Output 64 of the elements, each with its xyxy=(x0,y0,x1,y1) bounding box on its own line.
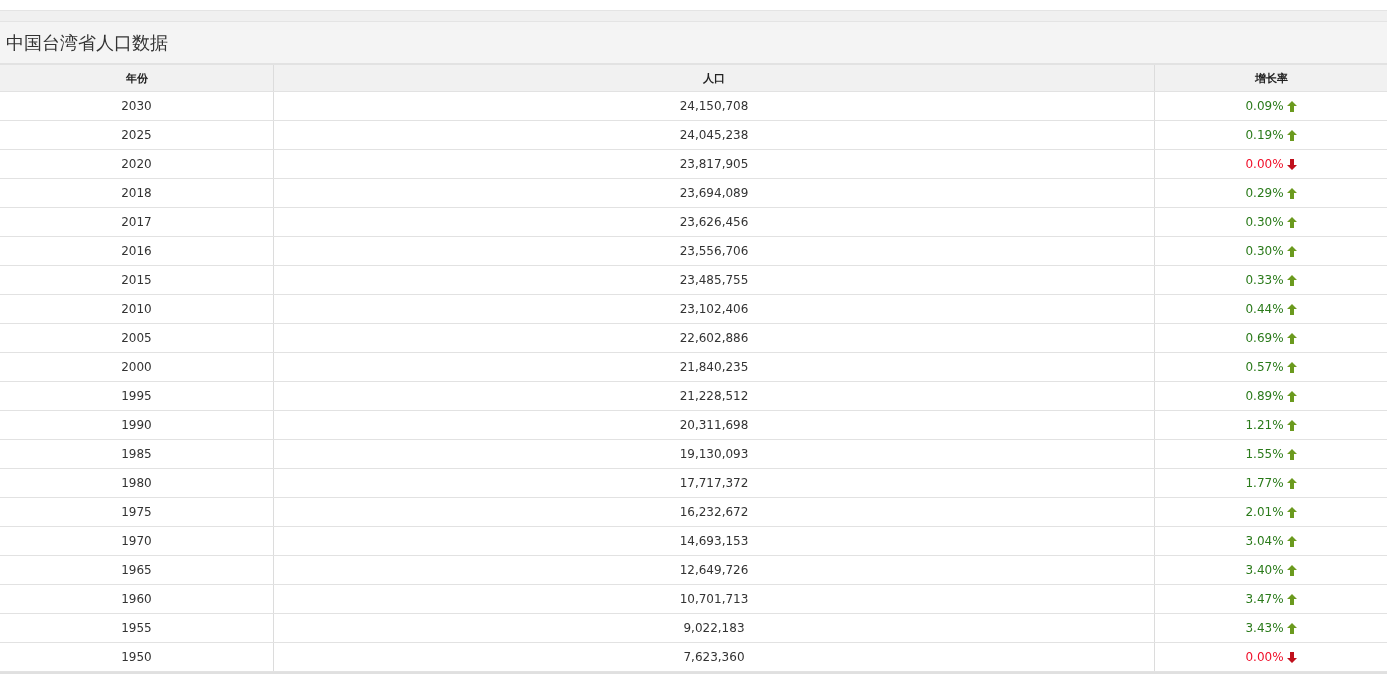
growth-rate-cell: 0.30% xyxy=(1245,215,1284,229)
population-cell: 23,485,755 xyxy=(679,273,749,287)
population-cell: 23,102,406 xyxy=(679,302,749,316)
growth-rate-cell: 1.21% xyxy=(1245,418,1284,432)
population-cell: 20,311,698 xyxy=(679,418,749,432)
population-cell: 24,045,238 xyxy=(679,128,749,142)
population-cell: 21,840,235 xyxy=(679,360,749,374)
population-cell: 17,717,372 xyxy=(679,476,749,490)
population-cell: 23,556,706 xyxy=(679,244,749,258)
population-cell: 19,130,093 xyxy=(679,447,749,461)
growth-rate-cell: 3.04% xyxy=(1245,534,1284,548)
year-cell: 2017 xyxy=(121,215,152,229)
growth-rate-cell: 2.01% xyxy=(1245,505,1284,519)
year-cell: 1950 xyxy=(121,650,152,664)
year-cell: 1975 xyxy=(121,505,152,519)
year-cell: 1985 xyxy=(121,447,152,461)
growth-rate-cell: 1.55% xyxy=(1245,447,1284,461)
year-cell: 1980 xyxy=(121,476,152,490)
population-cell: 16,232,672 xyxy=(679,505,749,519)
population-cell: 23,817,905 xyxy=(679,157,749,171)
population-cell: 14,693,153 xyxy=(679,534,749,548)
year-cell: 1955 xyxy=(121,621,152,635)
growth-rate-cell: 0.44% xyxy=(1245,302,1284,316)
column-header: 人口 xyxy=(703,70,725,86)
growth-rate-cell: 3.47% xyxy=(1245,592,1284,606)
year-cell: 2000 xyxy=(121,360,152,374)
growth-rate-cell: 1.77% xyxy=(1245,476,1284,490)
year-cell: 2005 xyxy=(121,331,152,345)
population-cell: 7,623,360 xyxy=(683,650,745,664)
year-cell: 2020 xyxy=(121,157,152,171)
growth-rate-cell: 0.00% xyxy=(1245,157,1284,171)
year-cell: 1970 xyxy=(121,534,152,548)
year-cell: 2015 xyxy=(121,273,152,287)
year-cell: 2030 xyxy=(121,99,152,113)
growth-rate-cell: 0.00% xyxy=(1245,650,1284,664)
year-cell: 2010 xyxy=(121,302,152,316)
year-cell: 2016 xyxy=(121,244,152,258)
population-cell: 9,022,183 xyxy=(683,621,745,635)
growth-rate-cell: 0.33% xyxy=(1245,273,1284,287)
year-cell: 2025 xyxy=(121,128,152,142)
year-cell: 2018 xyxy=(121,186,152,200)
growth-rate-cell: 3.43% xyxy=(1245,621,1284,635)
year-cell: 1995 xyxy=(121,389,152,403)
growth-rate-cell: 0.69% xyxy=(1245,331,1284,345)
population-cell: 22,602,886 xyxy=(679,331,749,345)
growth-rate-cell: 0.57% xyxy=(1245,360,1284,374)
growth-rate-cell: 3.40% xyxy=(1245,563,1284,577)
year-cell: 1960 xyxy=(121,592,152,606)
growth-rate-cell: 0.89% xyxy=(1245,389,1284,403)
population-cell: 12,649,726 xyxy=(679,563,749,577)
growth-rate-cell: 0.19% xyxy=(1245,128,1284,142)
population-cell: 23,626,456 xyxy=(679,215,749,229)
population-cell: 10,701,713 xyxy=(679,592,749,606)
year-cell: 1990 xyxy=(121,418,152,432)
growth-rate-cell: 0.09% xyxy=(1245,99,1284,113)
population-cell: 21,228,512 xyxy=(679,389,749,403)
column-header: 年份 xyxy=(125,70,148,86)
growth-rate-cell: 0.30% xyxy=(1245,244,1284,258)
population-cell: 24,150,708 xyxy=(679,99,749,113)
growth-rate-cell: 0.29% xyxy=(1245,186,1284,200)
population-cell: 23,694,089 xyxy=(679,186,749,200)
panel-title: 中国台湾省人口数据 xyxy=(6,30,168,55)
year-cell: 1965 xyxy=(121,563,152,577)
column-header: 增长率 xyxy=(1254,70,1288,86)
